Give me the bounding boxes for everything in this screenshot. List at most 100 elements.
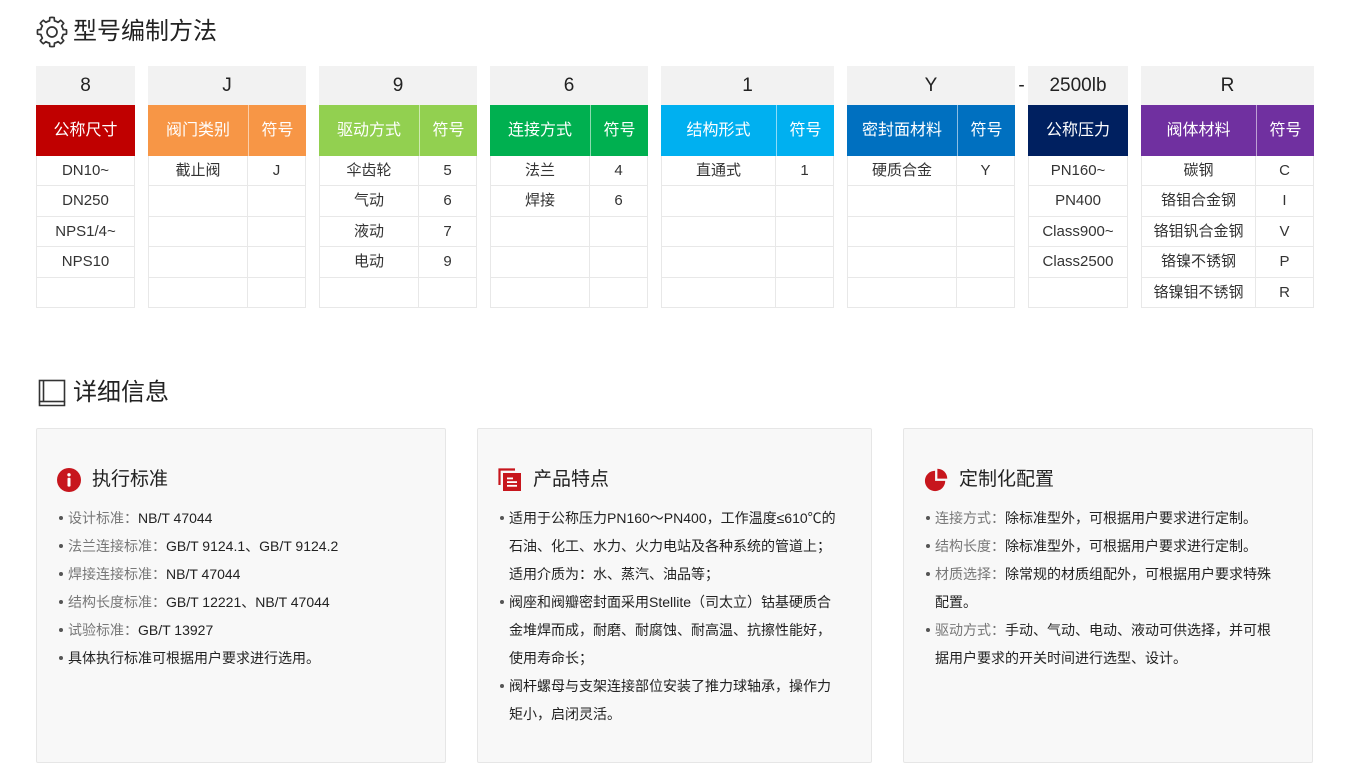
card-list: 连接方式：除标准型外，可根据用户要求进行定制。 结构长度：除标准型外，可根据用户要… bbox=[924, 504, 1277, 672]
section-title: 型号编制方法 bbox=[73, 18, 217, 45]
code-column: 公称尺寸 DN10~ DN250 NPS1/4~ NPS10 bbox=[36, 105, 135, 308]
table-cell: 焊接 bbox=[490, 186, 590, 217]
item-value: 阀座和阀瓣密封面采用Stellite（司太立）钴基硬质合金堆焊而成，耐磨、耐腐蚀… bbox=[509, 594, 832, 666]
list-item: 焊接连接标准：NB/T 47044 bbox=[57, 560, 425, 588]
table-cell: 7 bbox=[419, 216, 477, 248]
code-columns: 阀门类别 截止阀 符号 J bbox=[148, 105, 306, 308]
column-header: 公称压力 bbox=[1028, 105, 1128, 156]
table-cell bbox=[490, 247, 590, 278]
list-item: 试验标准：GB/T 13927 bbox=[57, 616, 425, 644]
item-value: NB/T 47044 bbox=[166, 566, 241, 582]
table-cell bbox=[661, 247, 776, 278]
column-header: 符号 bbox=[776, 105, 834, 156]
info-circle-icon bbox=[57, 468, 81, 492]
column-header: 公称尺寸 bbox=[36, 105, 135, 156]
code-value: J bbox=[148, 66, 306, 105]
table-cell bbox=[148, 186, 248, 217]
code-column: 符号 1 bbox=[776, 105, 834, 308]
table-cell: V bbox=[1256, 216, 1314, 248]
table-cell bbox=[957, 247, 1015, 278]
table-cell bbox=[661, 216, 776, 248]
column-header: 结构形式 bbox=[661, 105, 776, 156]
card-header: 产品特点 bbox=[498, 468, 851, 492]
code-column: 符号 J bbox=[248, 105, 306, 308]
detail-card-customization: 定制化配置 连接方式：除标准型外，可根据用户要求进行定制。 结构长度：除标准型外，… bbox=[903, 428, 1313, 763]
code-column: 符号 5 6 7 9 bbox=[419, 105, 477, 308]
table-cell: 铬镍钼不锈钢 bbox=[1141, 277, 1256, 308]
code-value: R bbox=[1141, 66, 1314, 105]
code-column: 符号 4 6 bbox=[590, 105, 648, 308]
code-value: 1 bbox=[661, 66, 834, 105]
code-column: 公称压力 PN160~ PN400 Class900~ Class2500 bbox=[1028, 105, 1128, 308]
table-cell: DN250 bbox=[36, 186, 135, 217]
table-cell bbox=[248, 216, 306, 248]
table-cell: 截止阀 bbox=[148, 156, 248, 187]
code-columns: 公称压力 PN160~ PN400 Class900~ Class2500 bbox=[1028, 105, 1128, 308]
detail-card-standards: 执行标准 设计标准：NB/T 47044 法兰连接标准：GB/T 9124.1、G… bbox=[36, 428, 446, 763]
item-value: GB/T 13927 bbox=[138, 622, 214, 638]
item-value: 阀杆螺母与支架连接部位安装了推力球轴承，操作力矩小，启闭灵活。 bbox=[509, 678, 831, 722]
code-columns: 阀体材料 碳钢 铬钼合金钢 铬钼钒合金钢 铬镍不锈钢 铬镍钼不锈钢 符号 C I V P R bbox=[1141, 105, 1314, 308]
table-cell bbox=[957, 186, 1015, 217]
table-cell: 法兰 bbox=[490, 156, 590, 187]
list-item: 阀杆螺母与支架连接部位安装了推力球轴承，操作力矩小，启闭灵活。 bbox=[498, 672, 843, 728]
book-icon bbox=[36, 377, 68, 409]
card-title: 执行标准 bbox=[92, 469, 169, 490]
table-cell bbox=[36, 277, 135, 308]
code-column: 符号 Y bbox=[957, 105, 1015, 308]
table-cell: I bbox=[1256, 186, 1314, 217]
table-cell bbox=[776, 186, 834, 217]
table-cell bbox=[419, 277, 477, 308]
table-cell: 6 bbox=[590, 186, 648, 217]
table-cell: 9 bbox=[419, 247, 477, 278]
code-value: 6 bbox=[490, 66, 648, 105]
table-cell: 1 bbox=[776, 156, 834, 187]
table-cell: 液动 bbox=[319, 216, 419, 248]
table-cell bbox=[590, 277, 648, 308]
column-header: 阀体材料 bbox=[1141, 105, 1256, 156]
pie-chart-icon bbox=[924, 468, 948, 492]
item-value: GB/T 12221、NB/T 47044 bbox=[166, 594, 330, 610]
table-cell bbox=[1028, 277, 1128, 308]
table-cell bbox=[661, 186, 776, 217]
column-header: 符号 bbox=[590, 105, 648, 156]
table-cell: 铬镍不锈钢 bbox=[1141, 247, 1256, 278]
section-title: 详细信息 bbox=[73, 379, 169, 406]
table-cell bbox=[319, 277, 419, 308]
code-columns: 密封面材料 硬质合金 符号 Y bbox=[847, 105, 1015, 308]
code-column: 结构形式 直通式 bbox=[661, 105, 776, 308]
list-item: 结构长度：除标准型外，可根据用户要求进行定制。 bbox=[924, 532, 1277, 560]
code-group: J 阀门类别 截止阀 符号 J bbox=[148, 66, 306, 308]
card-title: 定制化配置 bbox=[959, 469, 1055, 490]
table-cell bbox=[248, 247, 306, 278]
table-cell: NPS1/4~ bbox=[36, 216, 135, 248]
model-code-table: 8 公称尺寸 DN10~ DN250 NPS1/4~ NPS10 J 阀门类别 截止阀 符号 J 9 驱… bbox=[36, 66, 1314, 308]
list-item: 结构长度标准：GB/T 12221、NB/T 47044 bbox=[57, 588, 425, 616]
table-cell bbox=[776, 216, 834, 248]
column-header: 符号 bbox=[419, 105, 477, 156]
item-label: 结构长度： bbox=[935, 538, 1005, 554]
code-column: 连接方式 法兰 焊接 bbox=[490, 105, 590, 308]
item-label: 设计标准： bbox=[68, 510, 138, 526]
item-label: 结构长度标准： bbox=[68, 594, 166, 610]
table-cell: 硬质合金 bbox=[847, 156, 957, 187]
table-cell bbox=[661, 277, 776, 308]
table-cell bbox=[957, 216, 1015, 248]
item-label: 试验标准： bbox=[68, 622, 138, 638]
column-header: 阀门类别 bbox=[148, 105, 248, 156]
code-value: 8 bbox=[36, 66, 135, 105]
code-columns: 公称尺寸 DN10~ DN250 NPS1/4~ NPS10 bbox=[36, 105, 135, 308]
table-cell: 伞齿轮 bbox=[319, 156, 419, 187]
table-cell bbox=[847, 186, 957, 217]
item-label: 连接方式： bbox=[935, 510, 1005, 526]
table-cell bbox=[847, 247, 957, 278]
list-item: 阀座和阀瓣密封面采用Stellite（司太立）钴基硬质合金堆焊而成，耐磨、耐腐蚀… bbox=[498, 588, 843, 672]
item-label: 材质选择： bbox=[935, 566, 1005, 582]
table-cell bbox=[847, 277, 957, 308]
table-cell bbox=[248, 186, 306, 217]
code-column: 密封面材料 硬质合金 bbox=[847, 105, 957, 308]
list-item: 具体执行标准可根据用户要求进行选用。 bbox=[57, 644, 425, 672]
table-cell: PN160~ bbox=[1028, 156, 1128, 187]
column-header: 驱动方式 bbox=[319, 105, 419, 156]
column-header: 符号 bbox=[248, 105, 306, 156]
